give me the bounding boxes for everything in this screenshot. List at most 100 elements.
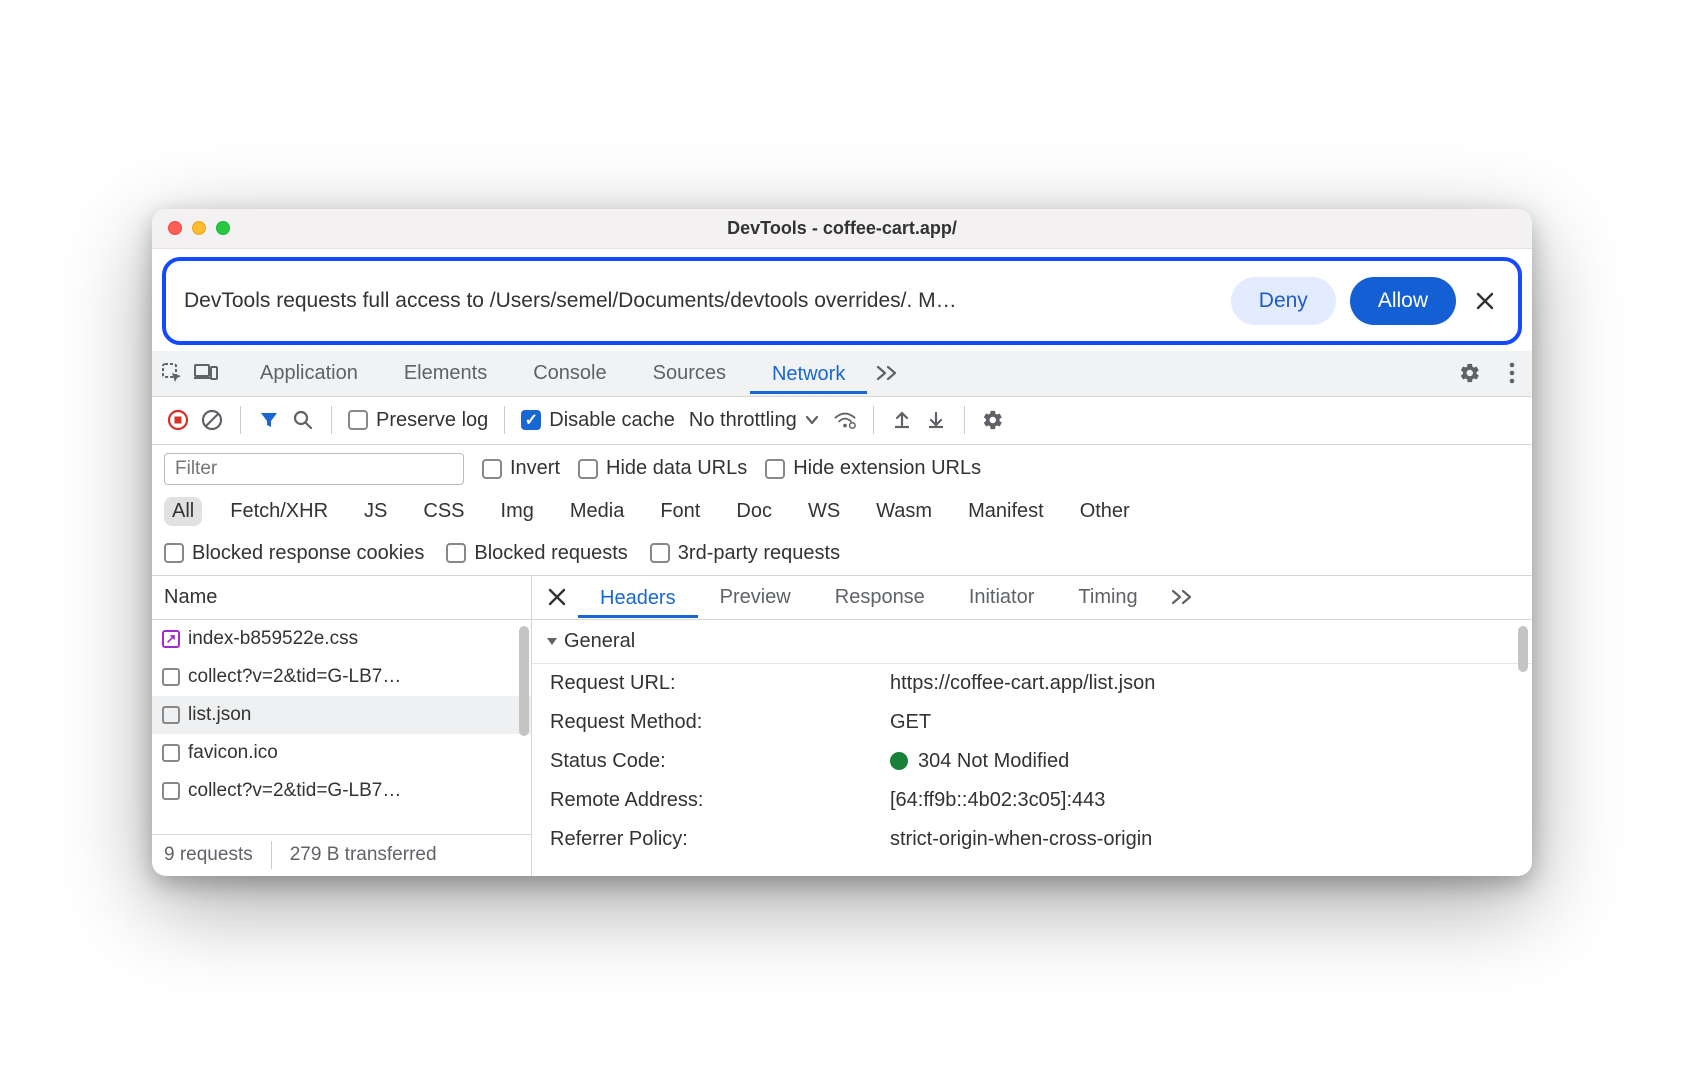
file-icon: [162, 744, 180, 762]
kv-request-url: Request URL: https://coffee-cart.app/lis…: [532, 664, 1532, 703]
kv-referrer-policy: Referrer Policy: strict-origin-when-cros…: [532, 820, 1532, 859]
network-conditions-button[interactable]: [833, 408, 857, 432]
extra-filters: Blocked response cookies Blocked request…: [152, 536, 1532, 576]
general-section-header[interactable]: General: [532, 620, 1532, 664]
detail-tabs: Headers Preview Response Initiator Timin…: [532, 576, 1532, 620]
window-minimize-button[interactable]: [192, 221, 206, 235]
throttling-dropdown[interactable]: No throttling: [689, 409, 819, 432]
file-icon: [162, 668, 180, 686]
kv-key: Status Code:: [550, 750, 890, 773]
network-settings-button[interactable]: [981, 408, 1005, 432]
type-other[interactable]: Other: [1072, 497, 1138, 526]
device-toolbar-icon[interactable]: [194, 361, 218, 385]
tab-console[interactable]: Console: [511, 354, 628, 393]
type-js[interactable]: JS: [356, 497, 395, 526]
request-row[interactable]: list.json: [152, 696, 531, 734]
triangle-down-icon: [546, 635, 558, 647]
clear-icon: [201, 409, 223, 431]
request-row[interactable]: collect?v=2&tid=G-LB7…: [152, 772, 531, 810]
hide-data-urls-checkbox[interactable]: Hide data URLs: [578, 457, 747, 480]
scrollbar[interactable]: [1518, 626, 1528, 672]
close-banner-button[interactable]: [1470, 286, 1500, 316]
type-ws[interactable]: WS: [800, 497, 848, 526]
type-css[interactable]: CSS: [415, 497, 472, 526]
name-column-header[interactable]: Name: [152, 576, 531, 620]
type-doc[interactable]: Doc: [728, 497, 780, 526]
third-party-checkbox[interactable]: 3rd-party requests: [650, 542, 840, 565]
preserve-log-checkbox[interactable]: Preserve log: [348, 409, 488, 432]
allow-button[interactable]: Allow: [1350, 277, 1456, 325]
search-button[interactable]: [291, 408, 315, 432]
kv-value: GET: [890, 711, 1514, 734]
window-zoom-button[interactable]: [216, 221, 230, 235]
more-detail-tabs-button[interactable]: [1170, 585, 1194, 609]
deny-button[interactable]: Deny: [1231, 277, 1336, 325]
permission-banner: DevTools requests full access to /Users/…: [162, 257, 1522, 345]
download-icon: [926, 410, 946, 430]
divider: [331, 406, 332, 434]
scrollbar[interactable]: [519, 626, 529, 736]
settings-button[interactable]: [1458, 361, 1482, 385]
main-split: Name ↗ index-b859522e.css collect?v=2&ti…: [152, 576, 1532, 876]
type-img[interactable]: Img: [493, 497, 542, 526]
status-dot-icon: [890, 752, 908, 770]
chevron-double-right-icon: [1170, 589, 1194, 605]
close-icon: [1475, 291, 1495, 311]
checkbox-icon: [765, 459, 785, 479]
filter-toggle-button[interactable]: [257, 408, 281, 432]
hide-extension-urls-checkbox[interactable]: Hide extension URLs: [765, 457, 981, 480]
inspect-element-icon[interactable]: [160, 361, 184, 385]
clear-button[interactable]: [200, 408, 224, 432]
upload-har-button[interactable]: [890, 408, 914, 432]
transferred-size: 279 B transferred: [290, 844, 437, 866]
filter-input[interactable]: [164, 453, 464, 485]
type-manifest[interactable]: Manifest: [960, 497, 1052, 526]
type-media[interactable]: Media: [562, 497, 632, 526]
chevron-down-icon: [805, 415, 819, 425]
checkbox-icon: [650, 543, 670, 563]
close-detail-button[interactable]: [548, 588, 566, 606]
blocked-requests-label: Blocked requests: [474, 542, 627, 565]
detail-tab-preview[interactable]: Preview: [698, 578, 813, 617]
kv-key: Request URL:: [550, 672, 890, 695]
type-all[interactable]: All: [164, 497, 202, 526]
kebab-menu-button[interactable]: [1500, 361, 1524, 385]
checkbox-icon: [446, 543, 466, 563]
close-icon: [548, 588, 566, 606]
download-har-button[interactable]: [924, 408, 948, 432]
tab-elements[interactable]: Elements: [382, 354, 509, 393]
request-row[interactable]: ↗ index-b859522e.css: [152, 620, 531, 658]
detail-tab-response[interactable]: Response: [813, 578, 947, 617]
type-wasm[interactable]: Wasm: [868, 497, 940, 526]
detail-tab-headers[interactable]: Headers: [578, 576, 698, 618]
network-toolbar: Preserve log Disable cache No throttling: [152, 397, 1532, 445]
status-footer: 9 requests 279 B transferred: [152, 834, 531, 876]
request-row[interactable]: collect?v=2&tid=G-LB7…: [152, 658, 531, 696]
blocked-cookies-checkbox[interactable]: Blocked response cookies: [164, 542, 424, 565]
request-row[interactable]: favicon.ico: [152, 734, 531, 772]
blocked-requests-checkbox[interactable]: Blocked requests: [446, 542, 627, 565]
request-name: collect?v=2&tid=G-LB7…: [188, 780, 401, 802]
detail-tab-timing[interactable]: Timing: [1056, 578, 1159, 617]
divider: [504, 406, 505, 434]
disable-cache-checkbox[interactable]: Disable cache: [521, 409, 675, 432]
tab-network[interactable]: Network: [750, 352, 867, 394]
wifi-gear-icon: [833, 410, 857, 430]
divider: [964, 406, 965, 434]
tab-sources[interactable]: Sources: [631, 354, 748, 393]
request-list[interactable]: ↗ index-b859522e.css collect?v=2&tid=G-L…: [152, 620, 531, 834]
general-label: General: [564, 630, 635, 653]
throttling-value: No throttling: [689, 409, 797, 432]
tab-application[interactable]: Application: [238, 354, 380, 393]
type-fetch-xhr[interactable]: Fetch/XHR: [222, 497, 336, 526]
kv-key: Remote Address:: [550, 789, 890, 812]
more-tabs-button[interactable]: [875, 361, 899, 385]
main-tabbar: Application Elements Console Sources Net…: [152, 351, 1532, 397]
detail-tab-initiator[interactable]: Initiator: [947, 578, 1057, 617]
record-button[interactable]: [166, 408, 190, 432]
search-icon: [293, 410, 313, 430]
window-close-button[interactable]: [168, 221, 182, 235]
type-font[interactable]: Font: [652, 497, 708, 526]
invert-checkbox[interactable]: Invert: [482, 457, 560, 480]
record-icon: [167, 409, 189, 431]
